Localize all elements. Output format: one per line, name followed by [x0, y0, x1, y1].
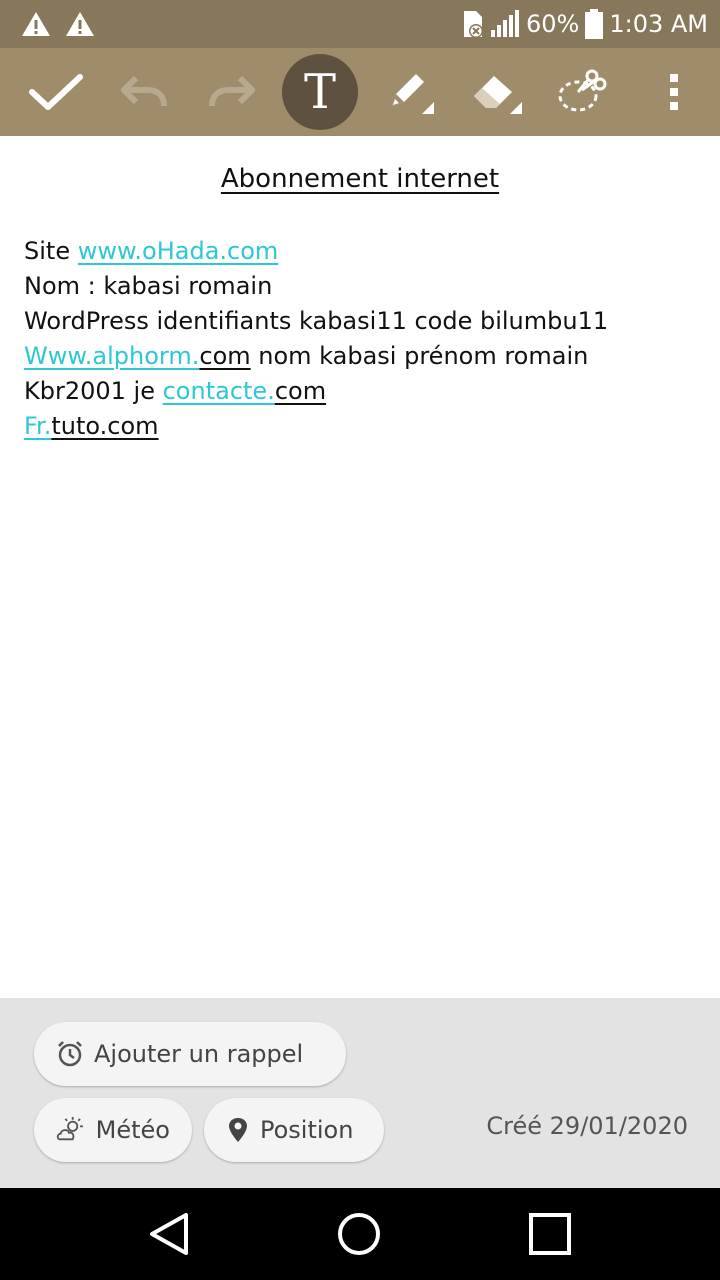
- back-button[interactable]: [120, 1188, 220, 1280]
- check-icon: [29, 74, 83, 110]
- note-link-rest[interactable]: com: [199, 342, 250, 370]
- note-line: Fr.tuto.com: [24, 409, 704, 444]
- signal-icon: [490, 10, 520, 38]
- add-reminder-label: Ajouter un rappel: [94, 1040, 304, 1068]
- editor-toolbar: T: [0, 48, 720, 136]
- recents-button[interactable]: [500, 1188, 600, 1280]
- note-link[interactable]: www.oHada.com: [78, 237, 279, 265]
- created-date: Créé 29/01/2020: [486, 1112, 688, 1140]
- weather-button[interactable]: Météo: [34, 1098, 192, 1162]
- note-link-rest[interactable]: tuto.com: [51, 412, 158, 440]
- alarm-clock-icon: [58, 1041, 82, 1067]
- lasso-tool-icon: [558, 69, 607, 112]
- done-button[interactable]: [16, 48, 96, 136]
- battery-icon: [585, 9, 604, 39]
- recents-icon: [529, 1213, 571, 1255]
- add-reminder-button[interactable]: Ajouter un rappel: [34, 1022, 346, 1086]
- home-button[interactable]: [309, 1188, 409, 1280]
- note-line: Site www.oHada.com: [24, 234, 704, 269]
- eraser-tool-icon: [474, 76, 522, 114]
- pen-tool-icon: [392, 74, 434, 114]
- note-line: WordPress identifiants kabasi11 code bil…: [24, 307, 609, 335]
- more-menu-icon: [670, 74, 678, 110]
- note-title[interactable]: Abonnement internet: [0, 164, 720, 194]
- note-link[interactable]: Fr.: [24, 412, 51, 440]
- status-time: 1:03 AM: [609, 10, 708, 38]
- note-link[interactable]: contacte.: [163, 377, 275, 405]
- warning-icon: [20, 10, 52, 38]
- weather-label: Météo: [95, 1116, 170, 1144]
- home-icon: [338, 1213, 380, 1255]
- note-line: Nom : kabasi romain: [24, 272, 273, 300]
- note-text: Site: [24, 237, 78, 265]
- redo-button[interactable]: [192, 48, 272, 136]
- status-notifications: [20, 10, 96, 38]
- battery-percent: 60%: [526, 10, 580, 38]
- sd-card-icon: [460, 9, 484, 39]
- note-text: Kbr2001 je: [24, 377, 163, 405]
- undo-button[interactable]: [104, 48, 184, 136]
- system-nav-bar: [0, 1188, 720, 1280]
- redo-icon: [209, 75, 255, 107]
- note-line: Www.alphorm.com nom kabasi prénom romain: [24, 339, 704, 374]
- note-text: nom kabasi prénom romain: [250, 342, 589, 370]
- text-tool-icon: T: [303, 64, 336, 120]
- note-body[interactable]: Site www.oHada.com Nom : kabasi romain W…: [24, 234, 704, 444]
- eraser-tool-button[interactable]: [456, 48, 536, 136]
- status-system: 60% 1:03 AM: [460, 9, 708, 39]
- note-link[interactable]: Www.alphorm.: [24, 342, 199, 370]
- warning-icon: [64, 10, 96, 38]
- status-bar: 60% 1:03 AM: [0, 0, 720, 48]
- note-line: Kbr2001 je contacte.com: [24, 374, 704, 409]
- back-icon: [150, 1213, 188, 1255]
- weather-icon: [56, 1117, 83, 1141]
- text-tool-active-indicator: T: [282, 54, 358, 130]
- note-info-panel: Ajouter un rappel Météo Position Créé 29…: [0, 998, 720, 1188]
- location-label: Position: [260, 1116, 354, 1144]
- more-menu-button[interactable]: [634, 48, 714, 136]
- note-editor[interactable]: Abonnement internet Site www.oHada.com N…: [0, 136, 720, 998]
- note-link-rest[interactable]: com: [275, 377, 326, 405]
- lasso-tool-button[interactable]: [542, 48, 622, 136]
- location-pin-icon: [229, 1118, 247, 1142]
- text-tool-button[interactable]: T: [280, 48, 360, 136]
- location-button[interactable]: Position: [204, 1098, 384, 1162]
- undo-icon: [121, 75, 167, 107]
- pen-tool-button[interactable]: [370, 48, 450, 136]
